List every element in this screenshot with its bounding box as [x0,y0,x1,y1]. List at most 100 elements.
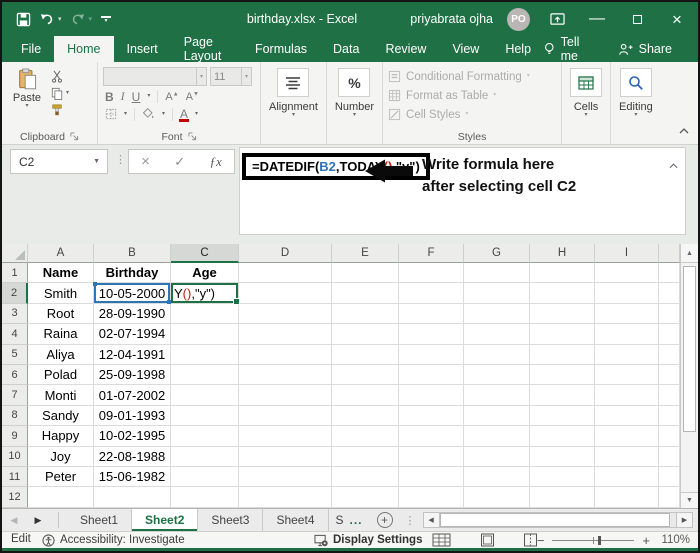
close-button[interactable]: × [664,7,690,31]
cell-D11[interactable] [239,466,332,488]
minimize-button[interactable]: — [584,7,610,31]
column-header-I[interactable]: I [595,244,659,263]
cell-D3[interactable] [239,303,332,325]
cell-G7[interactable] [464,385,530,406]
ribbon-tab-help[interactable]: Help [492,36,544,62]
accessibility-status[interactable]: Accessibility: Investigate [42,532,185,548]
cell-I12[interactable] [595,487,659,508]
sheet-tab-sheet1[interactable]: Sheet1 [67,509,133,531]
zoom-slider-thumb[interactable] [597,535,601,545]
customize-qat-icon[interactable]: ▾ [101,15,112,24]
user-name[interactable]: priyabrata ojha [410,12,493,26]
cell-B9[interactable]: 10-02-1995 [94,426,171,447]
cell-A3[interactable]: Root [28,303,94,325]
sheet-tab-sheet4[interactable]: Sheet4 [263,509,329,531]
sheet-nav-left-icon[interactable]: ◀ [2,509,26,531]
row-number-1[interactable]: 1 [2,263,28,284]
clipboard-dialog-launcher-icon[interactable] [70,132,79,141]
row-number-7[interactable]: 7 [2,385,28,406]
cell-G9[interactable] [464,426,530,447]
cell-C10[interactable] [171,446,239,467]
page-layout-view-icon[interactable] [480,533,495,547]
formula-bar[interactable]: =DATEDIF(B2,TODAY(),"y") Write formula h… [239,147,686,235]
ribbon-display-options-icon[interactable] [544,7,570,31]
cell-I7[interactable] [595,385,659,406]
cell-G3[interactable] [464,303,530,325]
cell-F1[interactable] [399,263,464,284]
cell-F10[interactable] [399,446,464,467]
cell-A8[interactable]: Sandy [28,405,94,427]
column-header-F[interactable]: F [399,244,464,263]
cell-I8[interactable] [595,405,659,427]
scroll-left-icon[interactable]: ◀ [422,512,440,528]
ribbon-tab-file[interactable]: File [8,36,54,62]
ribbon-tab-insert[interactable]: Insert [114,36,171,62]
maximize-button[interactable] [624,7,650,31]
row-number-2[interactable]: 2 [2,283,28,304]
cell-A11[interactable]: Peter [28,466,94,488]
cell-C1[interactable]: Age [171,263,239,284]
cell-F7[interactable] [399,385,464,406]
avatar[interactable]: PO [507,7,530,31]
ribbon-tab-view[interactable]: View [439,36,492,62]
more-sheets-indicator[interactable]: ... [345,509,368,531]
cell-H1[interactable] [530,263,595,284]
paste-button[interactable]: Paste ▾ [7,66,47,129]
cell-D12[interactable] [239,487,332,508]
cell-D1[interactable] [239,263,332,284]
cell-H2[interactable] [530,283,595,304]
cell-H5[interactable] [530,344,595,365]
cell-G4[interactable] [464,324,530,345]
cell-C11[interactable] [171,466,239,488]
cell-G5[interactable] [464,344,530,365]
font-color-dropdown-icon[interactable]: ▾ [195,111,198,117]
cell-C9[interactable] [171,426,239,447]
column-header-D[interactable]: D [239,244,332,263]
bold-button[interactable]: B [105,90,114,104]
column-header-H[interactable]: H [530,244,595,263]
column-header-C[interactable]: C [171,244,239,263]
cell-G12[interactable] [464,487,530,508]
font-size-select[interactable]: 11 ▾ [210,67,252,86]
cell-E2[interactable] [332,283,399,304]
borders-icon[interactable] [105,108,117,120]
cell-F6[interactable] [399,364,464,386]
row-number-9[interactable]: 9 [2,426,28,447]
cell-A4[interactable]: Raina [28,324,94,345]
row-number-12[interactable]: 12 [2,487,28,508]
zoom-slider[interactable] [552,535,635,545]
cell-D5[interactable] [239,344,332,365]
ribbon-tab-formulas[interactable]: Formulas [242,36,320,62]
cell-G1[interactable] [464,263,530,284]
cell-H11[interactable] [530,466,595,488]
cell-F8[interactable] [399,405,464,427]
cell-D2[interactable] [239,283,332,304]
format-painter-button[interactable] [51,103,69,117]
cell-C12[interactable] [171,487,239,508]
cell-B2[interactable]: 10-05-2000 [93,282,171,305]
cell-F9[interactable] [399,426,464,447]
fill-color-icon[interactable] [142,108,155,120]
collapse-ribbon-icon[interactable] [679,121,689,139]
cells-group[interactable]: Cells ▾ [562,62,612,144]
cell-I5[interactable] [595,344,659,365]
cell-E7[interactable] [332,385,399,406]
cell-C4[interactable] [171,324,239,345]
cell-G11[interactable] [464,466,530,488]
column-header-B[interactable]: B [94,244,171,263]
row-number-11[interactable]: 11 [2,466,28,488]
cell-C7[interactable] [171,385,239,406]
cell-G2[interactable] [464,283,530,304]
cell-B10[interactable]: 22-08-1988 [94,446,171,467]
sheet-tab-sheet3[interactable]: Sheet3 [198,509,264,531]
cell-D6[interactable] [239,364,332,386]
number-group[interactable]: % Number ▾ [327,62,384,144]
cell-I3[interactable] [595,303,659,325]
cell-F2[interactable] [399,283,464,304]
cell-I1[interactable] [595,263,659,284]
column-header-G[interactable]: G [464,244,530,263]
cell-D7[interactable] [239,385,332,406]
underline-dropdown-icon[interactable]: ▾ [147,93,150,99]
cell-E3[interactable] [332,303,399,325]
ribbon-tab-review[interactable]: Review [372,36,439,62]
